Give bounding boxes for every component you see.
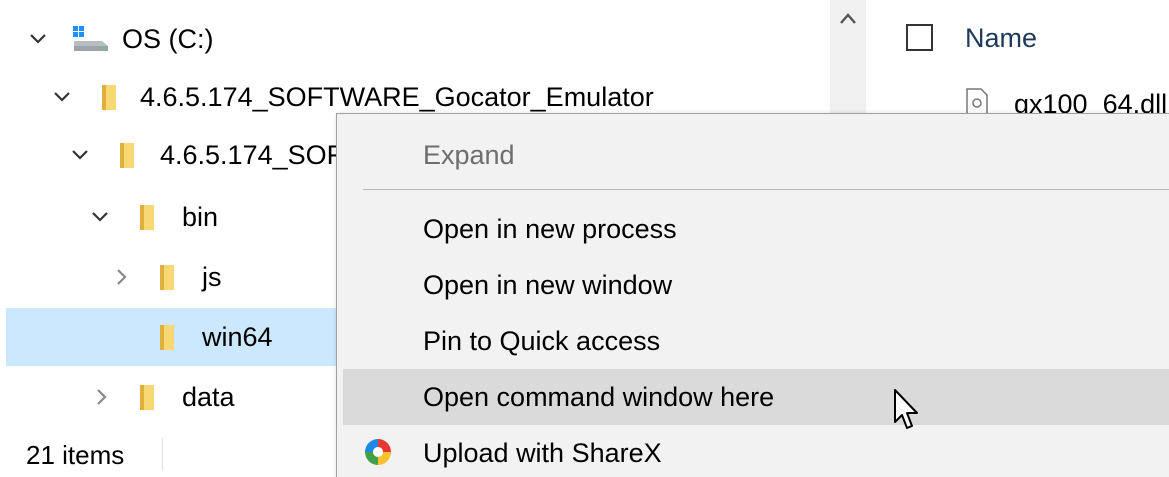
chevron-down-icon[interactable] bbox=[90, 207, 110, 227]
chevron-down-icon[interactable] bbox=[28, 29, 48, 49]
tree-item-os-drive[interactable]: OS (C:) bbox=[6, 10, 830, 68]
tree-item-label: js bbox=[202, 262, 222, 292]
menu-item-label: Upload with ShareX bbox=[423, 438, 662, 468]
tree-item-label: 4.6.5.174_SOF bbox=[160, 140, 344, 170]
context-menu: Expand Open in new process Open in new w… bbox=[336, 113, 1169, 477]
select-all-checkbox[interactable] bbox=[906, 24, 933, 51]
chevron-down-icon[interactable] bbox=[52, 87, 72, 107]
sharex-icon bbox=[363, 437, 393, 467]
tree-item-label: OS (C:) bbox=[122, 24, 214, 54]
menu-item-upload-sharex[interactable]: Upload with ShareX bbox=[343, 425, 1169, 477]
menu-item-label: Open in new window bbox=[423, 270, 673, 300]
chevron-right-icon[interactable] bbox=[112, 267, 132, 287]
folder-icon bbox=[158, 322, 178, 352]
folder-icon bbox=[138, 382, 158, 412]
folder-icon bbox=[118, 140, 138, 170]
menu-item-expand[interactable]: Expand bbox=[343, 127, 1169, 183]
status-divider bbox=[162, 438, 163, 470]
menu-item-label: Pin to Quick access bbox=[423, 326, 661, 356]
menu-item-label: Open in new process bbox=[423, 214, 677, 244]
column-header-name[interactable]: Name bbox=[965, 22, 1037, 54]
tree-item-label: data bbox=[182, 382, 235, 412]
menu-item-label: Expand bbox=[423, 140, 515, 170]
folder-icon bbox=[138, 202, 158, 232]
menu-separator bbox=[363, 189, 1169, 190]
item-count: 21 items bbox=[26, 440, 125, 470]
menu-item-label: Open command window here bbox=[423, 382, 775, 412]
chevron-down-icon[interactable] bbox=[70, 145, 90, 165]
menu-item-pin-quick-access[interactable]: Pin to Quick access bbox=[343, 313, 1169, 369]
dll-file-icon bbox=[966, 88, 988, 116]
mouse-pointer-icon bbox=[893, 388, 923, 434]
file-explorer-window: OS (C:) 4.6.5.174_SOFTWARE_Gocator_Emula… bbox=[0, 0, 1169, 477]
folder-icon bbox=[100, 82, 120, 112]
drive-icon bbox=[72, 25, 110, 53]
chevron-right-icon[interactable] bbox=[92, 387, 112, 407]
menu-item-open-new-process[interactable]: Open in new process bbox=[343, 201, 1169, 257]
menu-item-open-new-window[interactable]: Open in new window bbox=[343, 257, 1169, 313]
scroll-up-button[interactable] bbox=[830, 0, 866, 40]
chevron-up-icon bbox=[840, 13, 856, 24]
tree-item-label: win64 bbox=[202, 322, 273, 352]
menu-item-open-command-window[interactable]: Open command window here bbox=[343, 369, 1169, 425]
tree-item-label: bin bbox=[182, 202, 219, 232]
folder-icon bbox=[158, 262, 178, 292]
tree-item-label: 4.6.5.174_SOFTWARE_Gocator_Emulator bbox=[140, 82, 654, 112]
